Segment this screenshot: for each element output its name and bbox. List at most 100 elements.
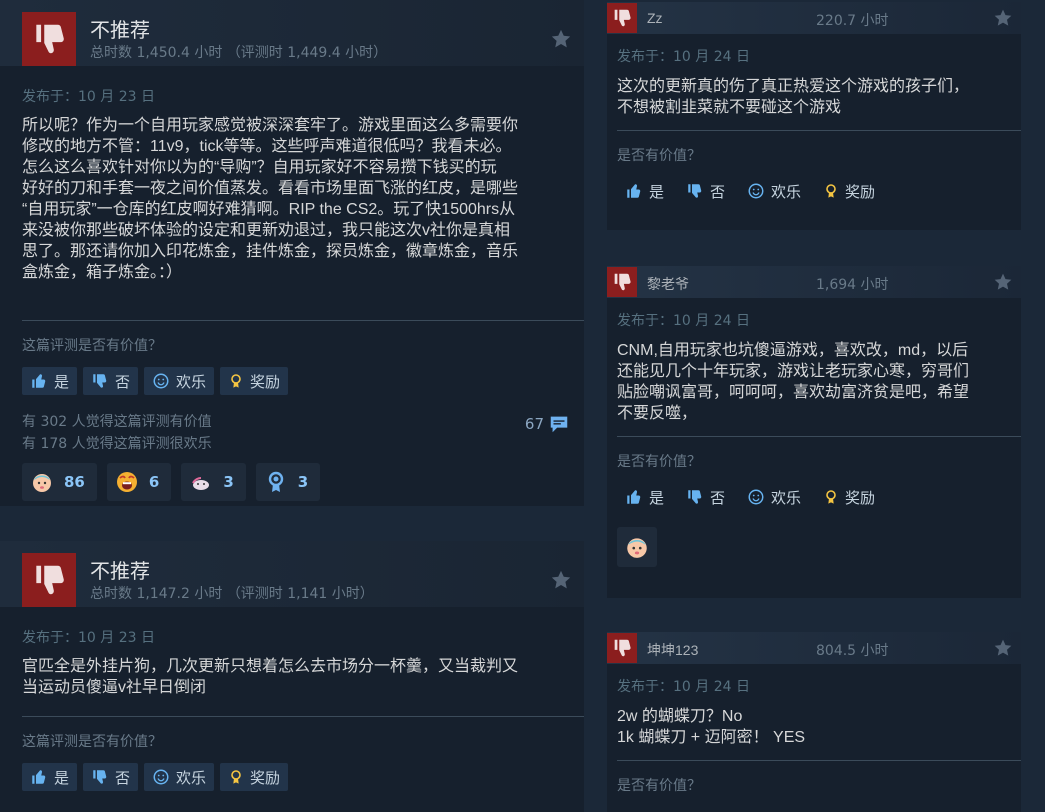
review-card: 不推荐 总时数 1,450.4 小时 （评测时 1,449.4 小时） 发布于：… bbox=[0, 0, 584, 506]
vote-no-button[interactable]: 否 bbox=[678, 177, 733, 205]
vote-no-button[interactable]: 否 bbox=[83, 763, 139, 791]
vote-yes-label: 是 bbox=[649, 489, 665, 507]
thumbs-down-icon bbox=[91, 372, 109, 390]
award-label: 奖励 bbox=[845, 183, 876, 201]
vote-funny-label: 欢乐 bbox=[771, 489, 802, 507]
username[interactable]: Zz bbox=[647, 10, 663, 26]
vote-yes-label: 是 bbox=[649, 183, 665, 201]
posted-date: 发布于：10 月 23 日 bbox=[22, 89, 155, 105]
smiley-icon bbox=[152, 372, 170, 390]
vote-funny-label: 欢乐 bbox=[176, 373, 207, 391]
award-medal-icon bbox=[228, 768, 244, 786]
awards-row: 86 6 3 3 bbox=[0, 455, 584, 501]
playtime-hours: 总时数 1,147.2 小时 （评测时 1,141 小时） bbox=[90, 586, 374, 602]
vote-funny-button[interactable]: 欢乐 bbox=[144, 367, 215, 395]
award-label: 奖励 bbox=[845, 489, 876, 507]
posted-date: 发布于：10 月 24 日 bbox=[617, 313, 750, 329]
smiley-icon bbox=[747, 488, 765, 506]
vote-buttons: 是 否 欢乐 奖励 bbox=[607, 165, 1021, 205]
thumbs-down-icon bbox=[91, 768, 109, 786]
vote-yes-button[interactable]: 是 bbox=[22, 763, 78, 791]
vote-funny-label: 欢乐 bbox=[176, 769, 207, 787]
vote-yes-button[interactable]: 是 bbox=[617, 483, 672, 511]
vote-no-label: 否 bbox=[710, 183, 726, 201]
vote-yes-label: 是 bbox=[54, 373, 70, 391]
award-badge[interactable]: 3 bbox=[181, 463, 246, 501]
star-icon[interactable] bbox=[993, 272, 1013, 296]
vote-no-label: 否 bbox=[115, 373, 131, 391]
review-header: 坤坤123 804.5 小时 bbox=[607, 632, 1021, 664]
award-badge[interactable]: 6 bbox=[106, 463, 172, 501]
left-review-column: 不推荐 总时数 1,450.4 小时 （评测时 1,449.4 小时） 发布于：… bbox=[0, 0, 584, 812]
smiley-icon bbox=[747, 182, 765, 200]
vote-funny-button[interactable]: 欢乐 bbox=[739, 177, 809, 205]
smiley-icon bbox=[152, 768, 170, 786]
star-icon[interactable] bbox=[993, 638, 1013, 662]
vote-buttons: 是 否 欢乐 奖励 bbox=[607, 471, 1021, 511]
review-header: Zz 220.7 小时 bbox=[607, 2, 1021, 34]
review-text: 所以呢？作为一个自用玩家感觉被深深套牢了。游戏里面这么多需要你 修改的地方不管：… bbox=[22, 117, 519, 281]
recommendation-title: 不推荐 bbox=[90, 561, 150, 583]
star-icon[interactable] bbox=[993, 8, 1013, 32]
star-icon[interactable] bbox=[550, 28, 572, 54]
award-medal-icon bbox=[823, 182, 839, 200]
thumbs-up-icon bbox=[625, 182, 643, 200]
vote-yes-button[interactable]: 是 bbox=[22, 367, 78, 395]
thumbs-down-icon bbox=[22, 12, 76, 66]
vote-no-button[interactable]: 否 bbox=[678, 483, 733, 511]
comment-count: 67 bbox=[524, 415, 544, 433]
recommendation-title: 不推荐 bbox=[90, 20, 150, 42]
review-card: 坤坤123 804.5 小时 发布于：10 月 24 日 2w 的蝴蝶刀？No … bbox=[607, 632, 1021, 812]
vote-funny-button[interactable]: 欢乐 bbox=[739, 483, 809, 511]
comment-icon bbox=[548, 413, 570, 435]
right-review-column: Zz 220.7 小时 发布于：10 月 24 日 这次的更新真的伤了真正热爱这… bbox=[607, 0, 1021, 812]
thumbs-down-icon bbox=[607, 267, 637, 297]
baby-face-award-icon[interactable] bbox=[617, 527, 657, 567]
star-icon[interactable] bbox=[550, 569, 572, 595]
posted-date: 发布于：10 月 24 日 bbox=[617, 49, 750, 65]
review-header: 黎老爷 1,694 小时 bbox=[607, 266, 1021, 298]
funny-count: 有 178 人觉得这篇评测很欢乐 bbox=[22, 436, 212, 452]
review-text: 这次的更新真的伤了真正热爱这个游戏的孩子们， 不想被割韭菜就不要碰这个游戏 bbox=[617, 78, 970, 116]
review-card: Zz 220.7 小时 发布于：10 月 24 日 这次的更新真的伤了真正热爱这… bbox=[607, 2, 1021, 230]
cute-blob-award-icon bbox=[189, 470, 213, 494]
helpful-question: 是否有价值？ bbox=[617, 778, 701, 794]
thumbs-down-icon bbox=[686, 182, 704, 200]
award-button[interactable]: 奖励 bbox=[815, 483, 883, 511]
award-badge[interactable]: 86 bbox=[22, 463, 97, 501]
vote-no-button[interactable]: 否 bbox=[83, 367, 139, 395]
posted-date: 发布于：10 月 24 日 bbox=[617, 679, 750, 695]
award-button[interactable]: 奖励 bbox=[220, 367, 289, 395]
helpful-question: 这篇评测是否有价值？ bbox=[22, 734, 162, 750]
username[interactable]: 黎老爷 bbox=[647, 274, 689, 294]
award-label: 奖励 bbox=[250, 373, 281, 391]
playtime-hours: 总时数 1,450.4 小时 （评测时 1,449.4 小时） bbox=[90, 45, 388, 61]
award-count: 6 bbox=[148, 473, 160, 491]
award-count: 3 bbox=[297, 473, 309, 491]
helpful-question: 是否有价值？ bbox=[617, 148, 701, 164]
thumbs-up-icon bbox=[625, 488, 643, 506]
playtime-hours: 1,694 小时 bbox=[816, 277, 889, 293]
review-text: 2w 的蝴蝶刀？No 1k 蝴蝶刀 + 迈阿密！ YES bbox=[617, 708, 806, 746]
award-count: 86 bbox=[64, 473, 85, 491]
comments-link[interactable]: 67 bbox=[525, 413, 570, 435]
award-medal-icon bbox=[823, 488, 839, 506]
review-card: 黎老爷 1,694 小时 发布于：10 月 24 日 CNM,自用玩家也坑傻逼游… bbox=[607, 266, 1021, 598]
award-button[interactable]: 奖励 bbox=[815, 177, 883, 205]
baby-face-award-icon bbox=[30, 470, 54, 494]
thumbs-up-icon bbox=[30, 768, 48, 786]
vote-yes-button[interactable]: 是 bbox=[617, 177, 672, 205]
username[interactable]: 坤坤123 bbox=[647, 640, 698, 660]
award-label: 奖励 bbox=[250, 769, 281, 787]
award-badge[interactable]: 3 bbox=[255, 463, 321, 501]
playtime-hours: 220.7 小时 bbox=[816, 13, 889, 29]
thumbs-down-icon bbox=[22, 553, 76, 607]
playtime-hours: 804.5 小时 bbox=[816, 643, 889, 659]
vote-funny-button[interactable]: 欢乐 bbox=[144, 763, 215, 791]
vote-buttons: 是 否 欢乐 奖励 bbox=[0, 355, 584, 395]
helpful-question: 是否有价值？ bbox=[617, 454, 701, 470]
award-button[interactable]: 奖励 bbox=[220, 763, 289, 791]
ribbon-medal-award-icon bbox=[264, 470, 288, 494]
helpful-count: 有 302 人觉得这篇评测有价值 bbox=[22, 414, 212, 430]
vote-no-label: 否 bbox=[115, 769, 131, 787]
